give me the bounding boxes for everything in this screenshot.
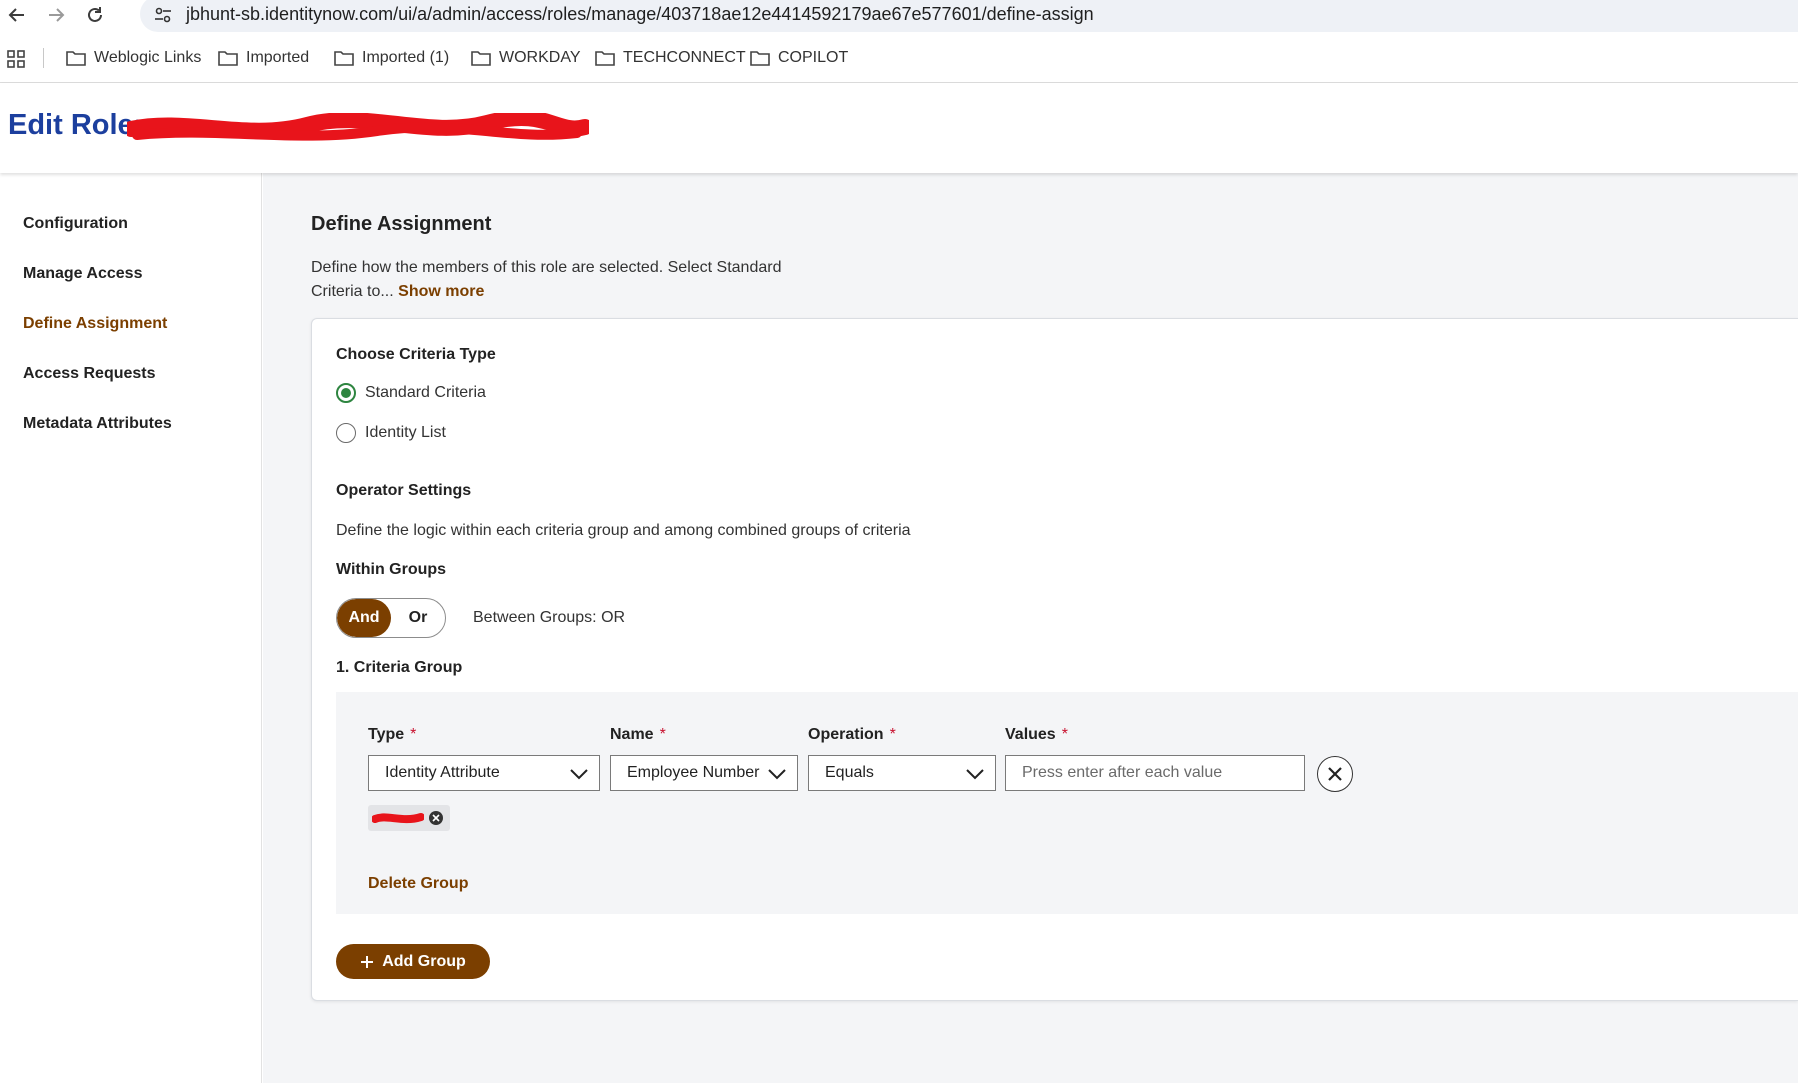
redaction-mark <box>127 113 589 141</box>
bookmark-copilot[interactable]: COPILOT <box>750 46 848 70</box>
folder-icon <box>750 51 770 66</box>
bookmark-weblogic-links[interactable]: Weblogic Links <box>66 46 201 70</box>
name-select[interactable]: Employee Number <box>610 755 798 791</box>
browser-address-bar: jbhunt-sb.identitynow.com/ui/a/admin/acc… <box>0 0 1798 32</box>
chevron-down-icon <box>966 769 984 780</box>
operation-select[interactable]: Equals <box>808 755 996 791</box>
folder-icon <box>595 51 615 66</box>
values-label: Values * <box>1005 726 1068 743</box>
toggle-or[interactable]: Or <box>391 599 445 637</box>
remove-criteria-button[interactable] <box>1317 756 1353 792</box>
reload-icon[interactable] <box>82 2 108 28</box>
forward-arrow-icon[interactable] <box>43 2 69 28</box>
bookmark-imported[interactable]: Imported <box>218 46 309 70</box>
required-mark: * <box>889 726 896 743</box>
page-title: Edit Role: <box>8 109 144 141</box>
bookmark-workday[interactable]: WORKDAY <box>471 46 580 70</box>
chevron-down-icon <box>570 769 588 780</box>
radio-checked-icon[interactable] <box>336 383 356 403</box>
sidebar-item-metadata-attributes[interactable]: Metadata Attributes <box>23 415 172 433</box>
radio-unchecked-icon[interactable] <box>336 423 356 443</box>
redaction-mark <box>372 813 424 824</box>
folder-icon <box>471 51 491 66</box>
folder-icon <box>66 51 86 66</box>
bookmarks-bar: Weblogic Links Imported Imported (1) WOR… <box>0 40 1798 76</box>
and-or-toggle[interactable]: And Or <box>336 598 446 638</box>
criteria-type-label: Choose Criteria Type <box>336 346 496 363</box>
section-title: Define Assignment <box>311 213 492 235</box>
sidebar-item-access-requests[interactable]: Access Requests <box>23 365 156 383</box>
toggle-and[interactable]: And <box>337 599 391 637</box>
bookmarks-separator <box>43 48 44 68</box>
main-content: Define Assignment Define how the members… <box>263 173 1798 1083</box>
assignment-card: Choose Criteria Type Standard Criteria I… <box>311 318 1798 1001</box>
description-text: Define how the members of this role are … <box>311 259 782 300</box>
operation-label: Operation * <box>808 726 896 743</box>
app-header: Edit Role: <box>0 83 1798 173</box>
folder-icon <box>334 51 354 66</box>
criteria-group-title: 1. Criteria Group <box>336 659 463 676</box>
between-groups-text: Between Groups: OR <box>473 609 626 626</box>
operator-description: Define the logic within each criteria gr… <box>336 522 911 539</box>
section-description: Define how the members of this role are … <box>311 256 831 304</box>
show-more-link[interactable]: Show more <box>398 283 484 300</box>
type-label: Type * <box>368 726 417 743</box>
value-chip <box>368 805 450 831</box>
url-text: jbhunt-sb.identitynow.com/ui/a/admin/acc… <box>186 4 1094 24</box>
add-group-button[interactable]: Add Group <box>336 944 490 979</box>
site-settings-icon[interactable] <box>154 6 172 24</box>
sidebar-item-manage-access[interactable]: Manage Access <box>23 265 142 283</box>
radio-standard-criteria[interactable]: Standard Criteria <box>336 383 486 403</box>
name-label: Name * <box>610 726 666 743</box>
required-mark: * <box>1061 726 1068 743</box>
folder-icon <box>218 51 238 66</box>
remove-value-icon[interactable] <box>429 811 443 825</box>
type-select[interactable]: Identity Attribute <box>368 755 600 791</box>
sidebar-nav: Configuration Manage Access Define Assig… <box>0 173 262 1083</box>
radio-identity-list[interactable]: Identity List <box>336 423 446 443</box>
plus-icon <box>361 955 374 968</box>
sidebar-item-define-assignment[interactable]: Define Assignment <box>23 315 167 333</box>
bookmark-techconnect[interactable]: TECHCONNECT <box>595 46 746 70</box>
operator-settings-label: Operator Settings <box>336 482 472 499</box>
required-mark: * <box>410 726 417 743</box>
back-arrow-icon[interactable] <box>4 2 30 28</box>
address-field[interactable]: jbhunt-sb.identitynow.com/ui/a/admin/acc… <box>140 0 1798 32</box>
chevron-down-icon <box>768 769 786 780</box>
required-mark: * <box>659 726 666 743</box>
sidebar-item-configuration[interactable]: Configuration <box>23 215 128 233</box>
close-icon <box>1328 767 1342 781</box>
apps-grid-icon[interactable] <box>7 50 25 68</box>
criteria-group-box: Type * Name * Operation * Values * Identity … <box>336 692 1798 914</box>
values-input[interactable] <box>1005 755 1305 791</box>
within-groups-label: Within Groups <box>336 561 447 578</box>
delete-group-link[interactable]: Delete Group <box>368 875 468 893</box>
bookmark-imported-1[interactable]: Imported (1) <box>334 46 449 70</box>
